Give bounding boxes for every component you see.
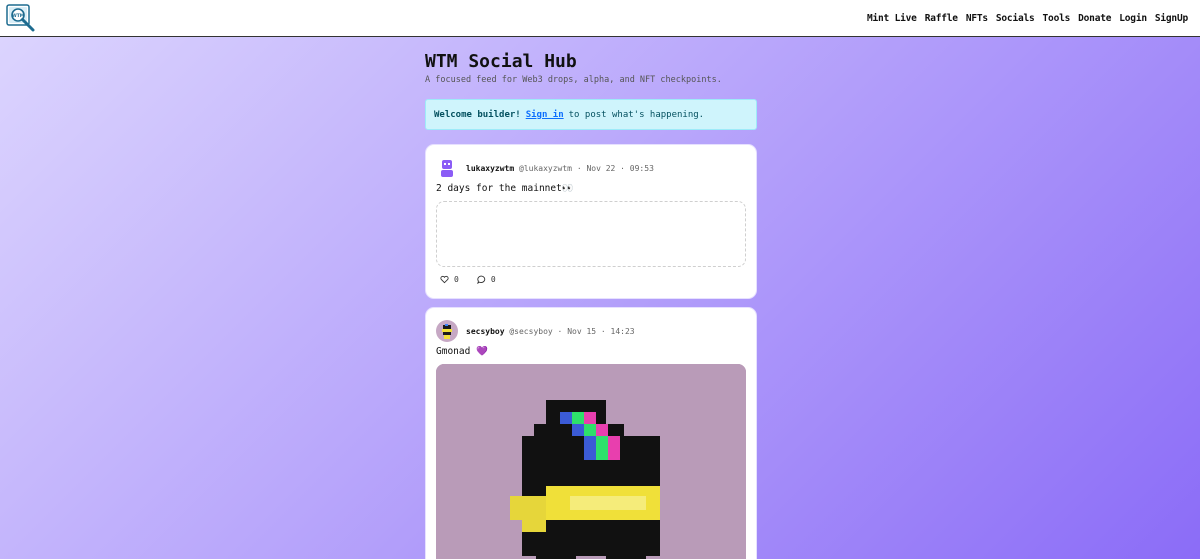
nav-mint-live[interactable]: Mint Live bbox=[867, 13, 917, 24]
nav-raffle[interactable]: Raffle bbox=[925, 13, 958, 24]
page-title: WTM Social Hub bbox=[425, 51, 577, 72]
post-meta: secsyboy @secsyboy · Nov 15 · 14:23 bbox=[466, 326, 635, 336]
welcome-lead: Welcome builder! bbox=[434, 109, 521, 120]
post-card: secsyboy @secsyboy · Nov 15 · 14:23 Gmon… bbox=[425, 307, 757, 559]
like-count: 0 bbox=[454, 275, 459, 284]
comment-button[interactable]: 0 bbox=[477, 275, 496, 284]
nav-links: Mint Live Raffle NFTs Socials Tools Dona… bbox=[867, 0, 1188, 37]
nav-tools[interactable]: Tools bbox=[1043, 13, 1071, 24]
post-text: Gmonad 💜 bbox=[436, 346, 488, 357]
post-display-name[interactable]: lukaxyzwtm bbox=[466, 164, 514, 173]
logo-text: WTM bbox=[12, 13, 25, 19]
post-display-name[interactable]: secsyboy bbox=[466, 327, 505, 336]
heart-icon bbox=[440, 275, 449, 284]
logo-magnifier-icon[interactable]: WTM bbox=[6, 4, 36, 33]
comment-count: 0 bbox=[490, 275, 496, 284]
welcome-tail: to post what's happening. bbox=[568, 109, 705, 120]
post-actions: 0 0 bbox=[440, 275, 496, 284]
post-handle: @lukaxyzwtm bbox=[519, 163, 572, 173]
pixel-art-nft-image[interactable] bbox=[436, 364, 746, 559]
post-text: 2 days for the mainnet👀 bbox=[436, 183, 574, 194]
post-card: lukaxyzwtm @lukaxyzwtm · Nov 22 · 09:53 … bbox=[425, 144, 757, 299]
post-header: secsyboy @secsyboy · Nov 15 · 14:23 bbox=[436, 320, 635, 342]
welcome-banner: Welcome builder! Sign in to post what's … bbox=[425, 99, 757, 130]
nav-donate[interactable]: Donate bbox=[1078, 13, 1111, 24]
post-timestamp: Nov 22 · 09:53 bbox=[586, 163, 654, 173]
post-timestamp: Nov 15 · 14:23 bbox=[567, 326, 635, 336]
like-button[interactable]: 0 bbox=[440, 275, 459, 284]
top-navbar: WTM Mint Live Raffle NFTs Socials Tools … bbox=[0, 0, 1200, 37]
nav-socials[interactable]: Socials bbox=[996, 13, 1035, 24]
page-subtitle: A focused feed for Web3 drops, alpha, an… bbox=[425, 75, 722, 85]
media-placeholder bbox=[436, 201, 746, 267]
nav-login[interactable]: Login bbox=[1119, 13, 1147, 24]
pixel-character-avatar-icon[interactable] bbox=[436, 320, 458, 342]
nav-signup[interactable]: SignUp bbox=[1155, 13, 1188, 24]
sign-in-link[interactable]: Sign in bbox=[526, 110, 564, 120]
post-header: lukaxyzwtm @lukaxyzwtm · Nov 22 · 09:53 bbox=[436, 157, 654, 179]
purple-robot-avatar-icon[interactable] bbox=[436, 157, 458, 179]
comment-icon bbox=[477, 275, 485, 284]
post-meta: lukaxyzwtm @lukaxyzwtm · Nov 22 · 09:53 bbox=[466, 163, 654, 173]
post-handle: @secsyboy bbox=[509, 326, 553, 336]
nav-nfts[interactable]: NFTs bbox=[966, 13, 988, 24]
